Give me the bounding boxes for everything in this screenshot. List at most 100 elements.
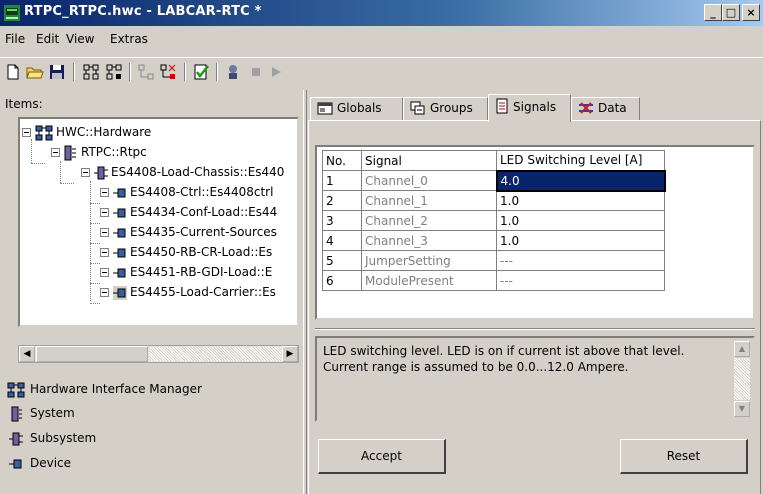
minimize-button[interactable]: _ xyxy=(704,4,722,21)
column-header-led-level[interactable]: LED Switching Level [A] xyxy=(496,150,665,171)
toolbar-separator xyxy=(129,63,131,81)
table-row[interactable]: 4 Channel_3 1.0 xyxy=(322,230,665,251)
scroll-left-icon[interactable]: ◀ xyxy=(19,346,35,362)
toolbar xyxy=(0,57,763,85)
scroll-thumb[interactable] xyxy=(36,346,148,362)
panel-splitter[interactable] xyxy=(303,90,307,494)
signals-icon xyxy=(496,98,508,114)
collapse-toggle[interactable] xyxy=(22,128,31,137)
node-checkbox[interactable] xyxy=(100,288,109,297)
tree-node-device[interactable]: ES4435-Current-Sources xyxy=(100,222,277,242)
signals-table: No. Signal LED Switching Level [A] 1 Cha… xyxy=(322,150,666,291)
scroll-right-icon[interactable]: ▶ xyxy=(282,346,298,362)
node-checkbox[interactable] xyxy=(100,188,109,197)
table-row[interactable]: 3 Channel_2 1.0 xyxy=(322,210,665,231)
led-level-cell[interactable]: --- xyxy=(496,270,665,291)
table-header-row: No. Signal LED Switching Level [A] xyxy=(322,150,665,171)
row-number: 5 xyxy=(322,250,362,271)
hardware-interface-manager-icon xyxy=(35,125,53,140)
tree-node-load-chassis[interactable]: ES4408-Load-Chassis::Es440 xyxy=(81,162,284,182)
row-number: 3 xyxy=(322,210,362,231)
system-icon xyxy=(64,145,76,160)
row-number: 1 xyxy=(322,170,362,191)
scroll-up-icon[interactable]: ▲ xyxy=(734,341,750,357)
tree-line xyxy=(90,283,100,284)
led-level-cell[interactable]: 1.0 xyxy=(496,210,665,231)
stop-icon[interactable] xyxy=(246,62,266,82)
table-row[interactable]: 6 ModulePresent --- xyxy=(322,270,665,291)
collapse-toggle[interactable] xyxy=(51,148,60,157)
scroll-track[interactable] xyxy=(149,347,281,361)
led-level-cell[interactable]: --- xyxy=(496,250,665,271)
table-row[interactable]: 5 JumperSetting --- xyxy=(322,250,665,271)
maximize-button[interactable]: □ xyxy=(722,4,740,21)
menu-extras[interactable]: Extras xyxy=(110,32,148,46)
column-header-no[interactable]: No. xyxy=(322,150,362,171)
close-button[interactable]: × xyxy=(742,4,760,21)
tab-label: Globals xyxy=(337,101,382,115)
hardware-interface-manager-icon xyxy=(7,382,25,397)
tree-line xyxy=(90,203,100,204)
tree-node-rtpc[interactable]: RTPC::Rtpc xyxy=(51,142,147,162)
node-checkbox[interactable] xyxy=(100,228,109,237)
tab-data[interactable]: Data xyxy=(571,97,640,120)
reset-button[interactable]: Reset xyxy=(620,439,748,474)
connect-icon[interactable] xyxy=(223,62,243,82)
tree-node-device[interactable]: ES4450-RB-CR-Load::Es xyxy=(100,242,272,262)
signals-grid[interactable]: No. Signal LED Switching Level [A] 1 Cha… xyxy=(315,145,755,320)
tree-node-hardware[interactable]: HWC::Hardware xyxy=(22,122,151,142)
tree-node-label: ES4434-Conf-Load::Es44 xyxy=(130,205,278,219)
collapse-toggle[interactable] xyxy=(81,168,90,177)
tree-b-icon[interactable] xyxy=(104,62,124,82)
scroll-down-icon[interactable]: ▼ xyxy=(734,401,750,417)
tab-signals[interactable]: Signals xyxy=(488,94,571,122)
tab-globals[interactable]: Globals xyxy=(310,97,403,120)
led-level-cell[interactable]: 1.0 xyxy=(496,190,665,211)
tree-node-label: ES4435-Current-Sources xyxy=(130,225,277,239)
menu-file[interactable]: File xyxy=(5,32,25,46)
hardware-tree[interactable]: HWC::Hardware RTPC::Rtpc ES4408-Load-Cha… xyxy=(18,117,299,327)
toolbar-separator xyxy=(73,63,75,81)
table-row[interactable]: 1 Channel_0 4.0 xyxy=(322,169,666,192)
tree-node-label: RTPC::Rtpc xyxy=(81,145,147,159)
scroll-track[interactable] xyxy=(734,358,750,400)
tree-a-icon[interactable] xyxy=(81,62,101,82)
title-bar[interactable]: RTPC_RTPC.hwc - LABCAR-RTC * _ □ × xyxy=(0,0,763,26)
accept-button[interactable]: Accept xyxy=(318,439,446,474)
node-checkbox[interactable] xyxy=(100,268,109,277)
signal-name: Channel_2 xyxy=(361,210,497,231)
column-header-signal[interactable]: Signal xyxy=(361,150,497,171)
signal-name: Channel_0 xyxy=(361,170,497,191)
horizontal-separator[interactable] xyxy=(315,328,755,330)
tree-node-device[interactable]: ES4408-Ctrl::Es4408ctrl xyxy=(100,182,273,202)
description-text: LED switching level. LED is on if curren… xyxy=(323,344,685,374)
open-icon[interactable] xyxy=(25,62,45,82)
tree-line xyxy=(90,223,100,224)
check-icon[interactable] xyxy=(191,62,211,82)
row-number: 6 xyxy=(322,270,362,291)
node-checkbox[interactable] xyxy=(100,248,109,257)
tree-c-icon[interactable] xyxy=(136,62,156,82)
device-icon xyxy=(113,208,126,217)
led-level-cell[interactable]: 4.0 xyxy=(495,169,666,192)
node-checkbox[interactable] xyxy=(100,208,109,217)
tree-node-device-selected[interactable]: ES4455-Load-Carrier::Es xyxy=(100,282,276,302)
tree-node-label: ES4451-RB-GDI-Load::E xyxy=(130,265,273,279)
menu-edit[interactable]: Edit xyxy=(36,32,59,46)
legend-system: System xyxy=(5,402,75,424)
tree-horizontal-scrollbar[interactable]: ◀ ▶ xyxy=(18,345,299,363)
tree-node-device[interactable]: ES4434-Conf-Load::Es44 xyxy=(100,202,277,222)
menu-view[interactable]: View xyxy=(66,32,94,46)
reset-button-label: Reset xyxy=(666,449,701,463)
save-icon[interactable] xyxy=(47,62,67,82)
tree-d-icon[interactable] xyxy=(158,62,178,82)
tree-node-label: ES4450-RB-CR-Load::Es xyxy=(130,245,273,259)
new-icon[interactable] xyxy=(3,62,23,82)
tree-node-device[interactable]: ES4451-RB-GDI-Load::E xyxy=(100,262,272,282)
play-icon[interactable] xyxy=(266,62,286,82)
description-vertical-scrollbar[interactable]: ▲ ▼ xyxy=(734,341,751,417)
tab-groups[interactable]: Groups xyxy=(403,97,488,120)
system-icon xyxy=(11,406,22,421)
led-level-cell[interactable]: 1.0 xyxy=(496,230,665,251)
table-row[interactable]: 2 Channel_1 1.0 xyxy=(322,190,665,211)
